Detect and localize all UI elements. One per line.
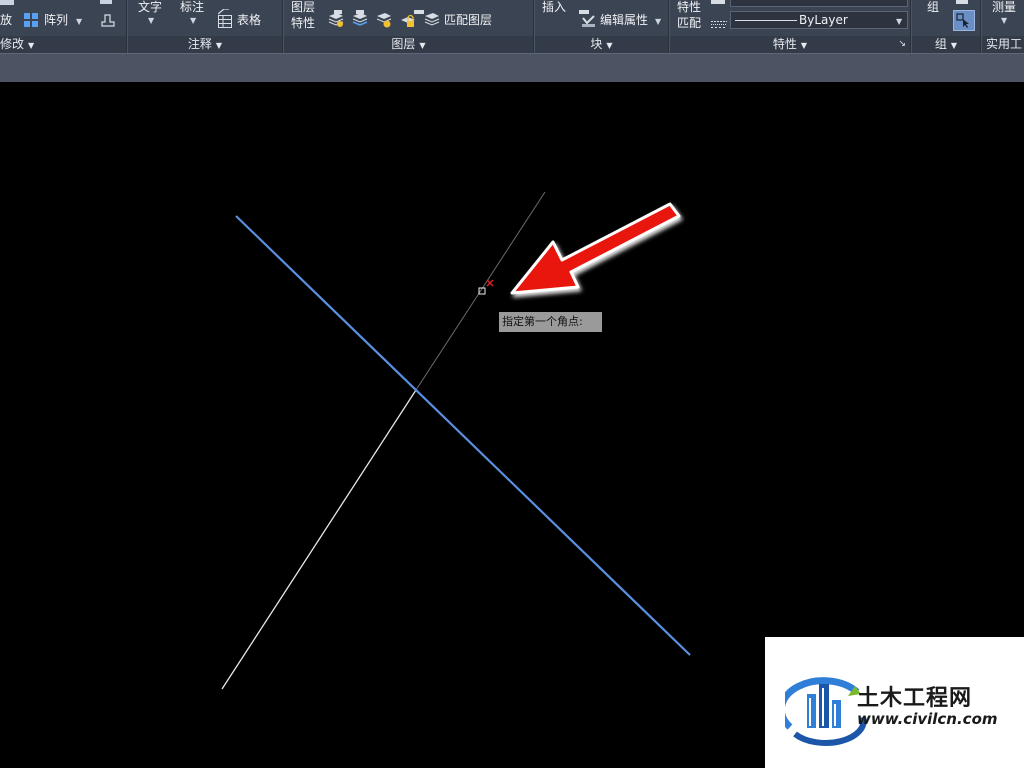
group-select-icon[interactable] [956,0,968,4]
panel-title-layers-label: 图层 [391,37,416,51]
match-layer-label[interactable]: 匹配图层 [444,13,492,27]
panel-title-modify-label: 修改 [0,37,25,51]
copy-icon[interactable] [0,0,14,5]
panel-title-block[interactable]: 块 ▼ [535,36,668,53]
panel-groups: 组 组 ▼ [912,0,980,53]
drawing-tab-strip [0,53,1024,83]
edit-attributes-icon[interactable] [581,13,597,32]
panel-title-groups[interactable]: 组 ▼ [912,36,980,53]
array-button-label[interactable]: 阵列 [44,13,68,27]
panel-title-annotation-label: 注释 [187,37,212,51]
panel-title-utilities-label: 实用工 [986,37,1023,51]
panel-block: 插入 编辑属性 ▼ 块 ▼ [535,0,668,53]
panel-title-annotation[interactable]: 注释 ▼ [128,36,282,53]
panel-properties: 特性 匹配 ByLayer ▼ 特性 ▼ ↘ [670,0,910,53]
watermark-logo: 土木工程网 www.civilcn.com [765,637,1024,768]
panel-title-modify[interactable]: 修改 ▼ [0,36,126,53]
cursor-x-marker [486,279,494,287]
color-swatch-icon [711,0,725,4]
measure-dropdown-caret[interactable]: ▼ [1001,14,1007,28]
panel-modify: 放 阵列 ▼ 修改 ▼ [0,0,126,53]
panel-launcher-icon[interactable]: ↘ [898,36,906,53]
group-button-label[interactable]: 组 [927,0,939,14]
layer-isolate-icon[interactable] [352,12,368,32]
watermark-title: 土木工程网 [857,686,973,711]
layer-off-icon[interactable] [328,12,344,32]
stretch-icon[interactable] [100,12,116,32]
construction-line-solid[interactable] [221,389,417,690]
array-dropdown-caret[interactable]: ▼ [76,15,82,29]
panel-title-properties-label: 特性 [772,37,797,51]
linetype-icon [711,15,727,34]
linetype-sample-line [735,20,797,21]
measure-button-label[interactable]: 测量 [992,0,1016,14]
color-dropdown[interactable] [730,0,908,7]
linetype-value: ByLayer [799,13,848,27]
match-properties-line2[interactable]: 匹配 [677,16,701,30]
blue-line[interactable] [235,215,691,656]
panel-title-properties[interactable]: 特性 ▼ ↘ [670,36,910,53]
watermark-url: www.civilcn.com [857,710,998,728]
layer-properties-line1[interactable]: 图层 [291,0,315,14]
group-selection-toggle-icon[interactable] [953,10,975,31]
insert-button-label[interactable]: 插入 [542,0,566,14]
array-icon[interactable] [24,13,39,28]
table-icon[interactable] [218,13,232,32]
text-button-label[interactable]: 文字 [138,0,162,14]
linetype-dropdown[interactable]: ByLayer ▼ [730,11,908,29]
layer-tools-icon[interactable] [334,0,424,14]
text-dropdown-caret[interactable]: ▼ [148,14,154,28]
red-arrow-icon [510,202,681,295]
panel-annotation: 文字 ▼ 标注 ▼ 表格 注释 ▼ [128,0,282,53]
layer-lock-icon[interactable] [400,12,416,32]
edit-attributes-label[interactable]: 编辑属性 [600,13,648,27]
panel-title-layers[interactable]: 图层 ▼ [284,36,533,53]
table-button-label[interactable]: 表格 [237,13,261,27]
dimension-dropdown-caret[interactable]: ▼ [190,14,196,28]
dimension-button-label[interactable]: 标注 [180,0,204,14]
edit-attributes-caret[interactable]: ▼ [655,15,661,29]
copy-small-icon[interactable] [100,0,112,4]
linetype-dropdown-caret[interactable]: ▼ [896,15,902,29]
layer-properties-line2[interactable]: 特性 [291,16,315,30]
panel-layers: 图层 特性 匹配图层 图层 ▼ [284,0,533,53]
scale-button-label[interactable]: 放 [0,13,12,27]
panel-title-utilities[interactable]: 实用工 [982,36,1024,53]
match-layer-icon[interactable] [424,12,440,32]
match-properties-line1[interactable]: 特性 [677,0,701,14]
command-prompt-tooltip: 指定第一个角点: [499,312,602,332]
panel-title-groups-label: 组 [934,37,947,51]
ribbon: 放 阵列 ▼ 修改 ▼ 文字 ▼ 标注 ▼ 表格 注释 ▼ 图层 特性 匹配图层… [0,0,1024,53]
panel-title-block-label: 块 [590,37,603,51]
panel-utilities: 测量 ▼ 实用工 [982,0,1024,53]
layer-freeze-icon[interactable] [376,12,392,32]
